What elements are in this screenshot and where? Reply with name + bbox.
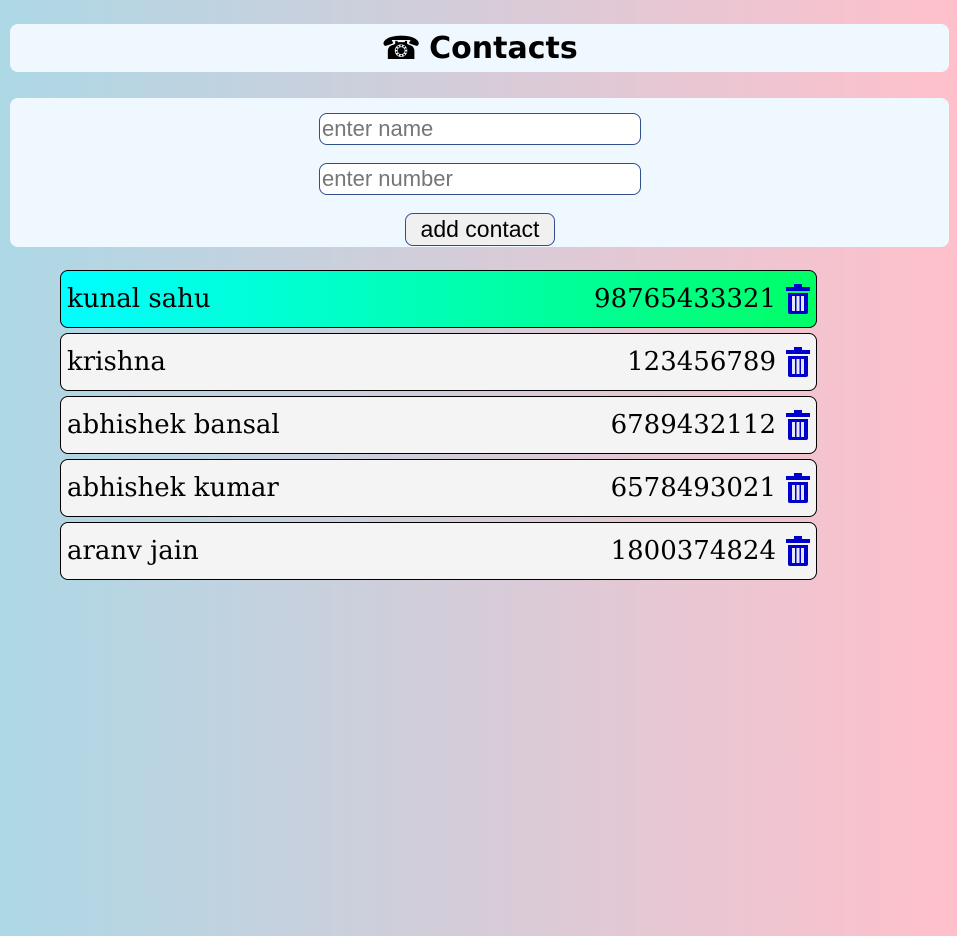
contact-number: 98765433321 [594,284,776,314]
number-input[interactable] [319,163,641,195]
contact-name: krishna [67,347,166,377]
contact-number: 6789432112 [610,410,776,440]
contact-list: kunal sahu 98765433321 krishna 123456789… [60,270,817,585]
trash-icon[interactable] [784,408,812,442]
trash-icon[interactable] [784,534,812,568]
trash-icon[interactable] [784,471,812,505]
contact-name: kunal sahu [67,284,211,314]
contact-number: 1800374824 [610,536,776,566]
contact-row[interactable]: aranv jain 1800374824 [60,522,817,580]
contact-number: 123456789 [627,347,776,377]
add-contact-form: add contact [10,98,949,247]
contact-row[interactable]: abhishek bansal 6789432112 [60,396,817,454]
contact-row[interactable]: abhishek kumar 6578493021 [60,459,817,517]
contact-name: abhishek kumar [67,473,279,503]
phone-icon: ☎ [381,29,422,67]
contact-row[interactable]: krishna 123456789 [60,333,817,391]
contact-name: abhishek bansal [67,410,280,440]
trash-icon[interactable] [784,345,812,379]
name-input[interactable] [319,113,641,145]
trash-icon[interactable] [784,282,812,316]
contact-number: 6578493021 [610,473,776,503]
contact-name: aranv jain [67,536,199,566]
add-contact-button[interactable]: add contact [405,213,555,246]
contact-row[interactable]: kunal sahu 98765433321 [60,270,817,328]
page-title: Contacts [429,30,578,66]
page-header: ☎ Contacts [10,24,949,72]
